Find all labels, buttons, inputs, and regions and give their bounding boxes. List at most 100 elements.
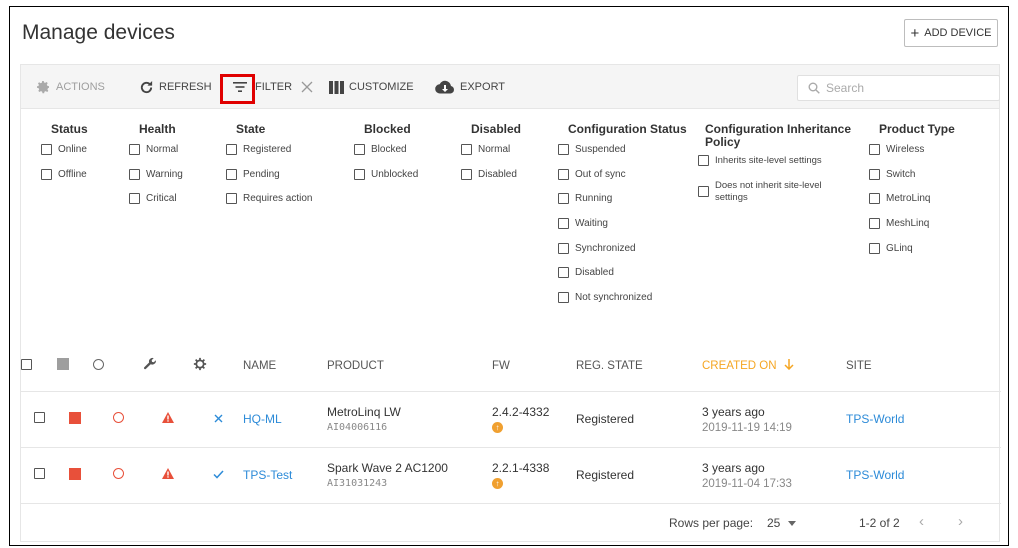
- filter-option-offline[interactable]: Offline: [41, 168, 88, 194]
- filter-option-waiting[interactable]: Waiting: [558, 218, 687, 243]
- circle-icon[interactable]: [93, 358, 104, 370]
- app-frame: Manage devices + ADD DEVICE ACTIONS REFR…: [9, 6, 1009, 546]
- reg-state-header[interactable]: REG. STATE: [576, 341, 702, 392]
- fw-header[interactable]: FW: [492, 341, 576, 392]
- reg-state: Registered: [576, 447, 702, 504]
- filter-option-normal[interactable]: Normal: [129, 144, 183, 169]
- filter-option-meshlinq[interactable]: MeshLinq: [869, 218, 955, 243]
- checkbox[interactable]: [869, 168, 880, 180]
- checkbox[interactable]: [354, 144, 365, 155]
- filter-option-inherits[interactable]: Inherits site-level settings: [698, 155, 851, 180]
- checkbox[interactable]: [558, 267, 569, 279]
- upgrade-available-icon[interactable]: ↑: [492, 478, 503, 489]
- filter-blocked: Blocked Blocked Unblocked: [354, 123, 418, 193]
- filter-option-blocked[interactable]: Blocked: [354, 144, 418, 169]
- actions-button[interactable]: ACTIONS: [35, 65, 105, 109]
- checkbox[interactable]: [698, 185, 709, 197]
- checkbox[interactable]: [41, 144, 52, 155]
- device-name-link[interactable]: TPS-Test: [243, 468, 292, 482]
- filter-option-metrolinq[interactable]: MetroLinq: [869, 193, 955, 218]
- site-header[interactable]: SITE: [846, 341, 1001, 392]
- filter-option-wireless[interactable]: Wireless: [869, 144, 955, 169]
- wrench-header: [143, 341, 193, 392]
- filter-option-does-not-inherit[interactable]: Does not inherit site-level settings: [698, 180, 851, 210]
- checkbox[interactable]: [869, 218, 880, 230]
- filter-option-suspended[interactable]: Suspended: [558, 144, 687, 169]
- select-all-checkbox[interactable]: [21, 358, 32, 370]
- table-header-row: NAME PRODUCT FW REG. STATE CREATED ON SI…: [21, 341, 1001, 392]
- upgrade-available-icon[interactable]: ↑: [492, 422, 503, 433]
- customize-label: CUSTOMIZE: [349, 81, 414, 93]
- created-absolute: 2019-11-04 17:33: [702, 477, 792, 490]
- filter-option-glinq[interactable]: GLinq: [869, 242, 955, 268]
- checkbox[interactable]: [558, 168, 569, 180]
- add-device-button[interactable]: + ADD DEVICE: [904, 19, 998, 47]
- filter-option-critical[interactable]: Critical: [129, 193, 183, 218]
- created-absolute: 2019-11-19 14:19: [702, 421, 792, 434]
- device-name-link[interactable]: HQ-ML: [243, 412, 282, 426]
- checkbox[interactable]: [461, 144, 472, 155]
- rows-per-page-label: Rows per page:: [669, 516, 754, 530]
- filter-option-switch[interactable]: Switch: [869, 168, 955, 194]
- filter-option-not-synchronized[interactable]: Not synchronized: [558, 292, 687, 317]
- checkbox[interactable]: [869, 242, 880, 254]
- checkbox[interactable]: [558, 144, 569, 155]
- row-checkbox[interactable]: [33, 412, 45, 423]
- checkbox[interactable]: [129, 193, 140, 205]
- export-button[interactable]: EXPORT: [435, 65, 505, 109]
- health-circle-icon: [112, 468, 124, 479]
- checkbox[interactable]: [129, 144, 140, 155]
- filter-product-type: Product Type Wireless Switch MetroLinq M…: [869, 123, 955, 267]
- product-header[interactable]: PRODUCT: [327, 341, 492, 392]
- filter-option-running[interactable]: Running: [558, 193, 687, 218]
- filter-option-online[interactable]: Online: [41, 144, 88, 169]
- filter-option-pending[interactable]: Pending: [226, 168, 312, 194]
- export-label: EXPORT: [460, 81, 506, 93]
- checkbox[interactable]: [129, 168, 140, 180]
- rows-per-page-select[interactable]: 25: [767, 516, 797, 530]
- site-link[interactable]: TPS-World: [846, 412, 904, 426]
- filter-option-registered[interactable]: Registered: [226, 144, 312, 169]
- table-row[interactable]: HQ-ML MetroLinq LW AI04006116 2.4.2-4332 ↑…: [21, 391, 1001, 448]
- checkbox[interactable]: [226, 193, 237, 205]
- prev-page-icon[interactable]: ‹: [919, 513, 924, 530]
- checkbox[interactable]: [558, 193, 569, 205]
- filter-option-normal-2[interactable]: Normal: [461, 144, 521, 169]
- wrench-icon[interactable]: [143, 357, 157, 371]
- checkbox[interactable]: [558, 242, 569, 254]
- filter-option-config-disabled[interactable]: Disabled: [558, 267, 687, 292]
- customize-button[interactable]: CUSTOMIZE: [329, 65, 414, 109]
- checkbox[interactable]: [226, 144, 237, 155]
- site-link[interactable]: TPS-World: [846, 468, 904, 482]
- filter-option-out-of-sync[interactable]: Out of sync: [558, 168, 687, 194]
- search-input[interactable]: [826, 81, 976, 95]
- filter-option-disabled[interactable]: Disabled: [461, 168, 521, 194]
- checkbox[interactable]: [869, 193, 880, 205]
- warning-triangle-icon: [162, 468, 174, 479]
- fw-version: 2.2.1-4338: [492, 461, 550, 475]
- checkbox[interactable]: [354, 168, 365, 180]
- filter-option-warning[interactable]: Warning: [129, 168, 183, 194]
- next-page-icon[interactable]: ›: [958, 513, 963, 530]
- square-icon[interactable]: [57, 358, 69, 371]
- checkbox[interactable]: [558, 292, 569, 304]
- filter-config-inheritance: Configuration Inheritance Policy Inherit…: [698, 123, 851, 210]
- gear-outline-icon[interactable]: [193, 357, 207, 371]
- created-on-header[interactable]: CREATED ON: [702, 341, 846, 392]
- checkbox[interactable]: [558, 218, 569, 230]
- name-header[interactable]: NAME: [243, 341, 327, 392]
- table-row[interactable]: TPS-Test Spark Wave 2 AC1200 AI31031243 2…: [21, 447, 1001, 504]
- checkbox[interactable]: [698, 155, 709, 166]
- row-checkbox[interactable]: [33, 468, 45, 479]
- filter-state: State Registered Pending Requires action: [226, 123, 312, 218]
- filter-option-requires-action[interactable]: Requires action: [226, 193, 312, 218]
- checkbox[interactable]: [41, 168, 52, 180]
- checkbox[interactable]: [226, 168, 237, 180]
- checkbox[interactable]: [461, 168, 472, 180]
- refresh-button[interactable]: REFRESH: [139, 65, 212, 109]
- filter-option-unblocked[interactable]: Unblocked: [354, 168, 418, 194]
- filter-option-synchronized[interactable]: Synchronized: [558, 242, 687, 268]
- search-box[interactable]: [797, 75, 1000, 101]
- close-filter-icon[interactable]: [301, 81, 313, 93]
- checkbox[interactable]: [869, 144, 880, 155]
